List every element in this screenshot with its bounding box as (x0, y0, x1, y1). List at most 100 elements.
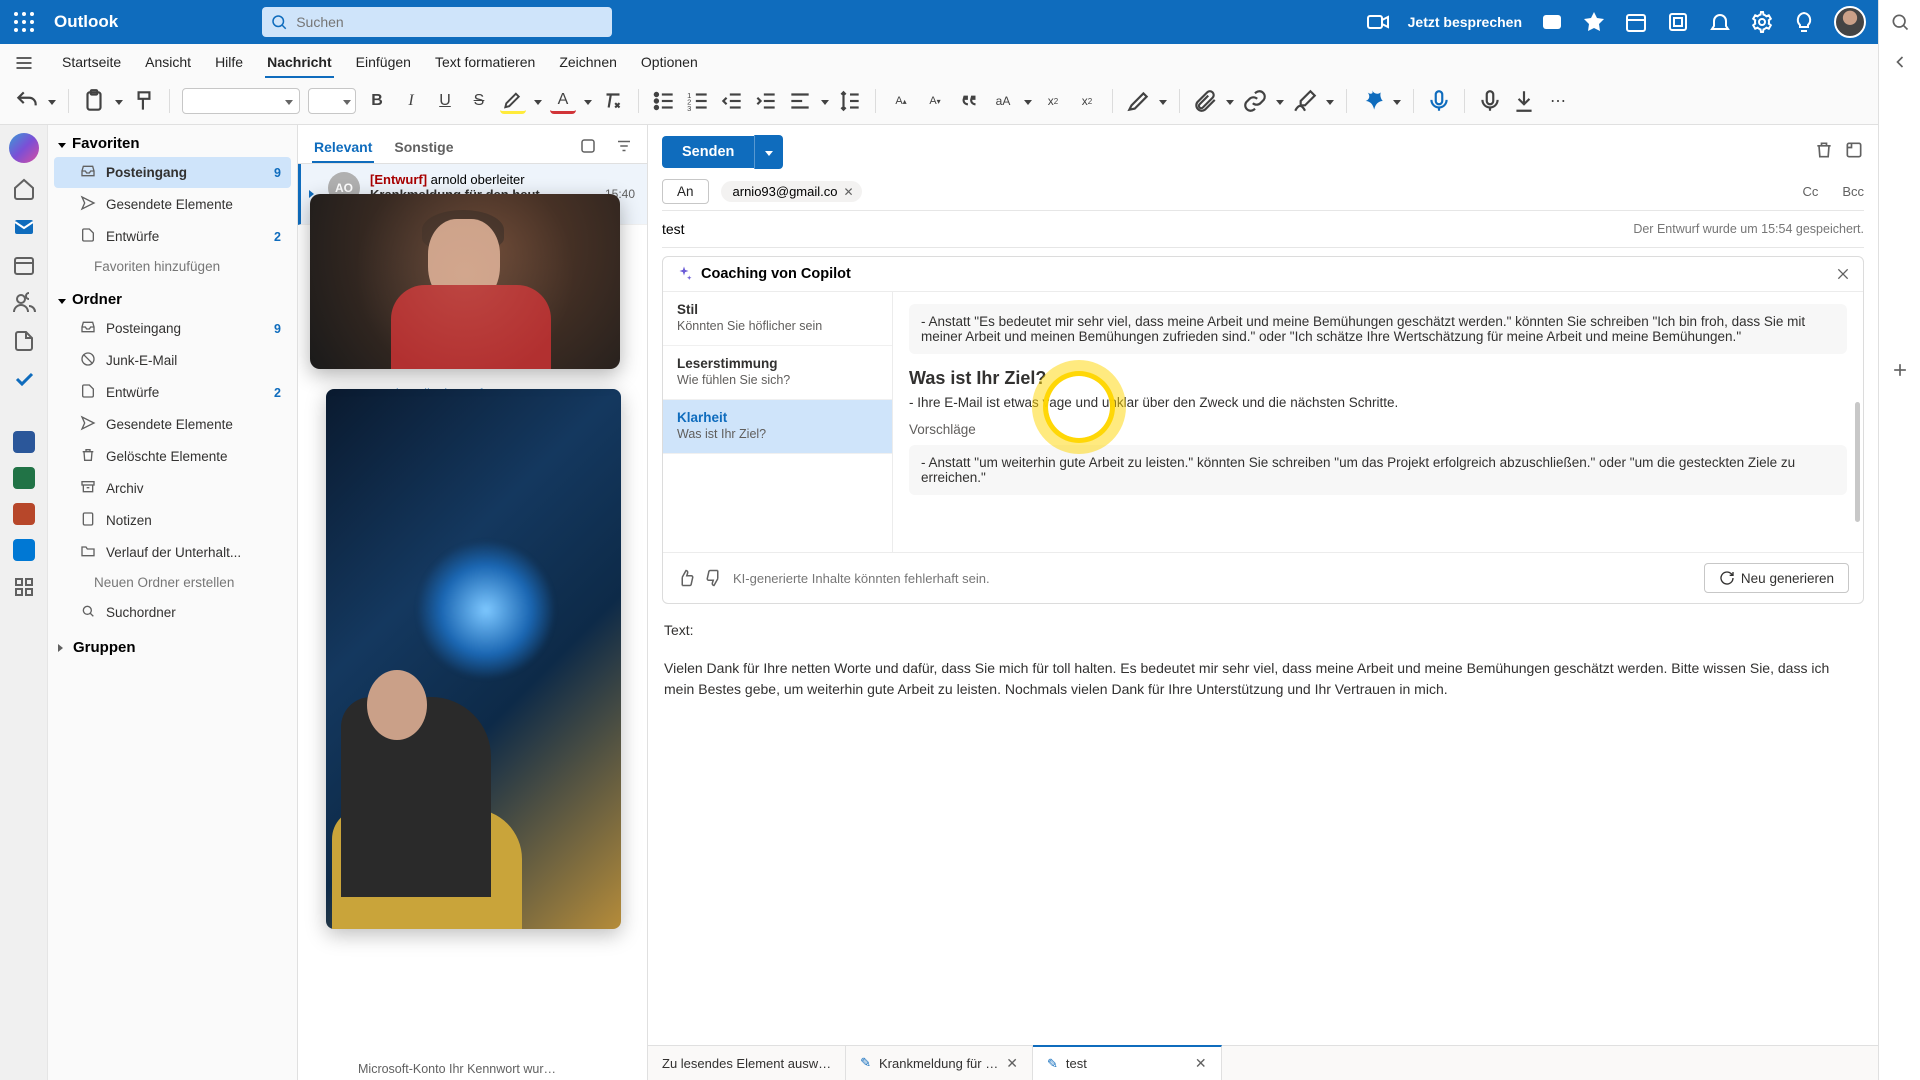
dictate-alt-button[interactable] (1477, 88, 1503, 114)
paste-button[interactable] (81, 88, 107, 114)
folder-posteingang[interactable]: Posteingang9 (54, 313, 291, 344)
search-rail-icon[interactable] (1890, 12, 1910, 32)
tips-icon[interactable] (1792, 10, 1816, 34)
global-search[interactable] (262, 7, 612, 37)
reading-tab-test[interactable]: ✎test✕ (1033, 1045, 1222, 1080)
media-overlay[interactable] (326, 389, 621, 929)
close-tab-icon[interactable]: ✕ (1006, 1055, 1018, 1072)
bullets-button[interactable] (651, 88, 677, 114)
line-spacing-button[interactable] (837, 88, 863, 114)
meet-now-icon[interactable] (1366, 10, 1390, 34)
add-rail-icon[interactable] (1890, 360, 1910, 380)
link-chevron-icon[interactable] (1276, 92, 1284, 110)
thumbs-down-icon[interactable] (705, 569, 723, 587)
more-ribbon-button[interactable]: ⋯ (1545, 88, 1571, 114)
copilot-scrollbar[interactable] (1855, 402, 1860, 522)
reading-tab-placeholder[interactable]: Zu lesendes Element ausw… (648, 1046, 846, 1080)
teams-icon[interactable] (1540, 10, 1564, 34)
close-copilot-icon[interactable] (1835, 266, 1851, 282)
undo-chevron-icon[interactable] (48, 92, 56, 110)
folder-suchordner[interactable]: Suchordner (54, 597, 291, 628)
app-launcher-icon[interactable] (12, 10, 36, 34)
to-field-label[interactable]: An (662, 179, 709, 204)
folder-gesendete-fav[interactable]: Gesendete Elemente (54, 189, 291, 220)
people-nav-icon[interactable] (12, 291, 36, 315)
undo-button[interactable] (14, 88, 40, 114)
calendar-nav-icon[interactable] (12, 253, 36, 277)
send-split-button[interactable]: Senden (662, 135, 783, 169)
tab-startseite[interactable]: Startseite (60, 48, 123, 78)
increase-font-button[interactable]: A▴ (888, 88, 914, 114)
font-size-select[interactable] (308, 88, 356, 114)
regenerate-button[interactable]: Neu generieren (1704, 563, 1849, 593)
compose-body[interactable]: Text: Vielen Dank für Ihre netten Worte … (648, 612, 1878, 1045)
excel-app-icon[interactable] (13, 467, 35, 489)
outdent-button[interactable] (719, 88, 745, 114)
styles-chevron-icon[interactable] (1159, 92, 1167, 110)
folders-section-header[interactable]: Ordner (48, 281, 297, 312)
bold-button[interactable]: B (364, 88, 390, 114)
quote-button[interactable] (956, 88, 982, 114)
reading-tab-krankmeldung[interactable]: ✎Krankmeldung für …✕ (846, 1046, 1033, 1080)
webcam-overlay[interactable] (310, 194, 620, 369)
link-button[interactable] (1242, 88, 1268, 114)
select-all-icon[interactable] (579, 137, 597, 160)
notifications-icon[interactable] (1708, 10, 1732, 34)
copilot-chevron-icon[interactable] (1393, 92, 1401, 110)
subscript-button[interactable]: x2 (1040, 88, 1066, 114)
body-text[interactable]: Vielen Dank für Ihre netten Worte und da… (664, 658, 1862, 700)
send-button[interactable]: Senden (662, 136, 754, 168)
add-favorite-link[interactable]: Favoriten hinzufügen (54, 253, 291, 280)
decrease-font-button[interactable]: A▾ (922, 88, 948, 114)
settings-icon[interactable] (1750, 10, 1774, 34)
popout-icon[interactable] (1844, 140, 1864, 165)
search-input[interactable] (262, 7, 612, 37)
tab-hilfe[interactable]: Hilfe (213, 48, 245, 78)
font-color-button[interactable]: A (550, 88, 576, 114)
highlight-chevron-icon[interactable] (534, 92, 542, 110)
calendar-day-icon[interactable] (1624, 10, 1648, 34)
hamburger-icon[interactable] (14, 53, 34, 73)
discard-icon[interactable] (1814, 140, 1834, 165)
tab-nachricht[interactable]: Nachricht (265, 48, 334, 78)
case-chevron-icon[interactable] (1024, 92, 1032, 110)
italic-button[interactable]: I (398, 88, 424, 114)
superscript-button[interactable]: x2 (1074, 88, 1100, 114)
align-button[interactable] (787, 88, 813, 114)
thumbs-up-icon[interactable] (677, 569, 695, 587)
indent-button[interactable] (753, 88, 779, 114)
attach-button[interactable] (1192, 88, 1218, 114)
copilot-ribbon-button[interactable] (1359, 88, 1385, 114)
paste-chevron-icon[interactable] (115, 92, 123, 110)
highlight-button[interactable] (500, 88, 526, 114)
bcc-button[interactable]: Bcc (1842, 184, 1864, 199)
account-avatar[interactable] (1834, 6, 1866, 38)
collapse-rail-icon[interactable] (1890, 52, 1910, 72)
folder-entwuerfe-fav[interactable]: Entwürfe2 (54, 221, 291, 252)
create-folder-link[interactable]: Neuen Ordner erstellen (54, 569, 291, 596)
copilot-klarheit-item[interactable]: Klarheit Was ist Ihr Ziel? (663, 400, 892, 454)
strikethrough-button[interactable]: S (466, 88, 492, 114)
more-apps-icon[interactable] (12, 575, 36, 599)
folder-archiv[interactable]: Archiv (54, 473, 291, 504)
format-painter-button[interactable] (131, 88, 157, 114)
focused-tab[interactable]: Relevant (312, 133, 374, 163)
font-family-select[interactable] (182, 88, 300, 114)
clear-formatting-button[interactable] (600, 88, 626, 114)
send-options-chevron[interactable] (754, 135, 783, 169)
folder-entwuerfe[interactable]: Entwürfe2 (54, 377, 291, 408)
home-nav-icon[interactable] (12, 177, 36, 201)
cc-button[interactable]: Cc (1802, 184, 1818, 199)
subject-input[interactable]: test (662, 221, 685, 237)
onedrive-app-icon[interactable] (13, 539, 35, 561)
signature-button[interactable] (1292, 88, 1318, 114)
folder-junk[interactable]: Junk-E-Mail (54, 345, 291, 376)
dictate-button[interactable] (1426, 88, 1452, 114)
change-case-button[interactable]: aA (990, 88, 1016, 114)
meet-now-label[interactable]: Jetzt besprechen (1408, 14, 1522, 30)
tab-zeichnen[interactable]: Zeichnen (557, 48, 619, 78)
close-tab-icon[interactable]: ✕ (1195, 1055, 1207, 1072)
favorites-section-header[interactable]: Favoriten (48, 125, 297, 156)
copilot-leserstimmung-item[interactable]: Leserstimmung Wie fühlen Sie sich? (663, 346, 892, 400)
align-chevron-icon[interactable] (821, 92, 829, 110)
